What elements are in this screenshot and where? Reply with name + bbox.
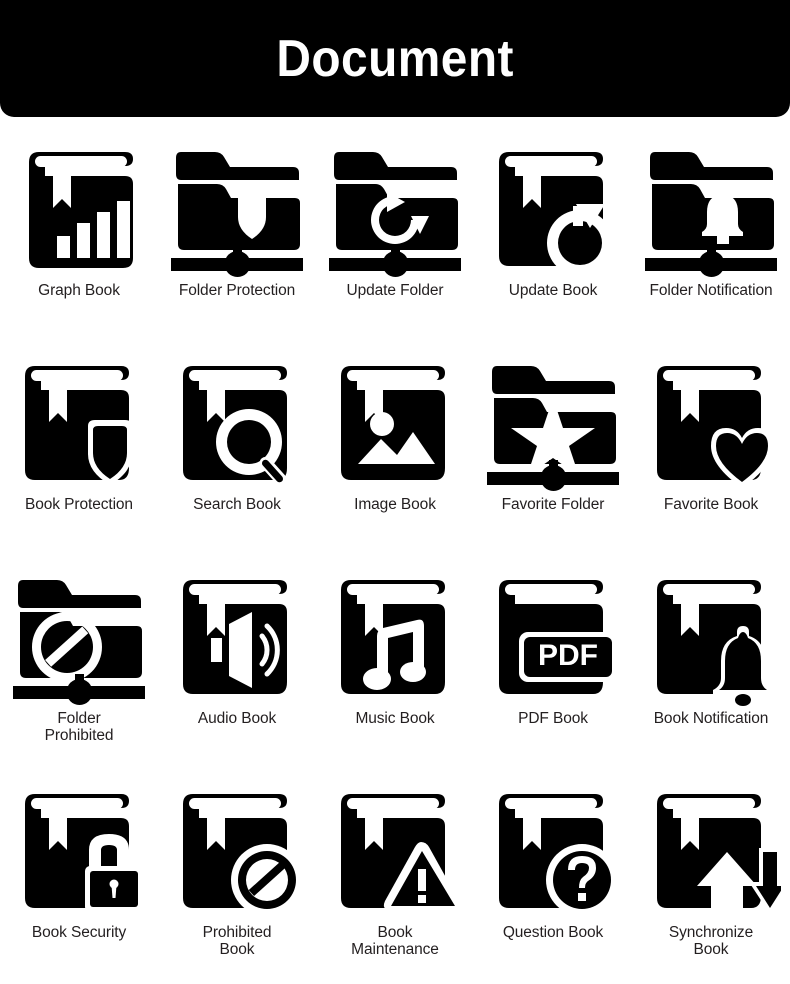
icon-label: Book Notification	[653, 710, 769, 727]
pdf-badge-text: PDF	[538, 639, 598, 672]
icon-label: Image Book	[354, 496, 436, 513]
folder-notification-icon	[645, 152, 777, 277]
icon-label: Book Maintenance	[351, 924, 439, 959]
header-banner: Document	[0, 0, 790, 117]
book-security-icon	[25, 794, 143, 912]
icon-cell-folder-protection[interactable]: Folder Protection	[158, 128, 316, 342]
icon-cell-search-book[interactable]: Search Book	[158, 342, 316, 556]
icon-cell-synchronize-book[interactable]: Synchronize Book	[632, 770, 790, 984]
icon-label: PDF Book	[518, 710, 588, 727]
icon-label: Book Protection	[25, 496, 133, 513]
icon-cell-folder-prohibited[interactable]: Folder Prohibited	[0, 556, 158, 770]
favorite-folder-icon	[487, 366, 619, 491]
synchronize-book-icon	[657, 794, 781, 914]
icon-cell-question-book[interactable]: Question Book	[474, 770, 632, 984]
pdf-book-icon: PDF	[499, 580, 617, 694]
icon-grid: Graph Book Folder Protection Update Fold…	[0, 128, 790, 984]
folder-protection-icon	[171, 152, 303, 277]
icon-cell-audio-book[interactable]: Audio Book	[158, 556, 316, 770]
icon-cell-favorite-folder[interactable]: Favorite Folder	[474, 342, 632, 556]
search-book-icon	[183, 366, 287, 486]
icon-cell-music-book[interactable]: Music Book	[316, 556, 474, 770]
icon-cell-update-book[interactable]: Update Book	[474, 128, 632, 342]
favorite-book-icon	[657, 366, 773, 488]
icon-cell-folder-notification[interactable]: Folder Notification	[632, 128, 790, 342]
book-notification-icon	[657, 580, 773, 706]
audio-book-icon	[183, 580, 287, 694]
icon-label: Graph Book	[38, 282, 120, 299]
icon-cell-graph-book[interactable]: Graph Book	[0, 128, 158, 342]
update-book-icon	[499, 152, 613, 276]
icon-cell-book-protection[interactable]: Book Protection	[0, 342, 158, 556]
icon-label: Favorite Book	[663, 496, 759, 513]
icon-label: Favorite Folder	[501, 496, 605, 513]
page-title: Document	[276, 29, 514, 88]
music-book-icon	[341, 580, 445, 694]
icon-cell-favorite-book[interactable]: Favorite Book	[632, 342, 790, 556]
icon-cell-book-notification[interactable]: Book Notification	[632, 556, 790, 770]
icon-cell-prohibited-book[interactable]: Prohibited Book	[158, 770, 316, 984]
icon-label: Synchronize Book	[668, 924, 754, 959]
icon-label: Folder Protection	[178, 282, 296, 299]
icon-cell-book-security[interactable]: Book Security	[0, 770, 158, 984]
icon-label: Music Book	[355, 710, 435, 727]
book-maintenance-icon	[341, 794, 461, 910]
icon-cell-book-maintenance[interactable]: Book Maintenance	[316, 770, 474, 984]
folder-prohibited-icon	[13, 580, 145, 705]
icon-label: Book Security	[31, 924, 127, 941]
prohibited-book-icon	[183, 794, 303, 916]
icon-label: Folder Notification	[649, 282, 773, 299]
icon-cell-image-book[interactable]: Image Book	[316, 342, 474, 556]
icon-label: Folder Prohibited	[44, 710, 114, 745]
icon-label: Audio Book	[197, 710, 277, 727]
icon-cell-pdf-book[interactable]: PDF PDF Book	[474, 556, 632, 770]
icon-label: Update Book	[508, 282, 598, 299]
book-protection-icon	[25, 366, 132, 485]
icon-label: Search Book	[193, 496, 281, 513]
graph-book-icon	[29, 152, 133, 268]
update-folder-icon	[329, 152, 461, 277]
icon-label: Question Book	[502, 924, 604, 941]
icon-label: Prohibited Book	[202, 924, 272, 959]
icon-cell-update-folder[interactable]: Update Folder	[316, 128, 474, 342]
icon-label: Update Folder	[346, 282, 444, 299]
image-book-icon	[341, 366, 445, 480]
question-book-icon	[499, 794, 618, 916]
